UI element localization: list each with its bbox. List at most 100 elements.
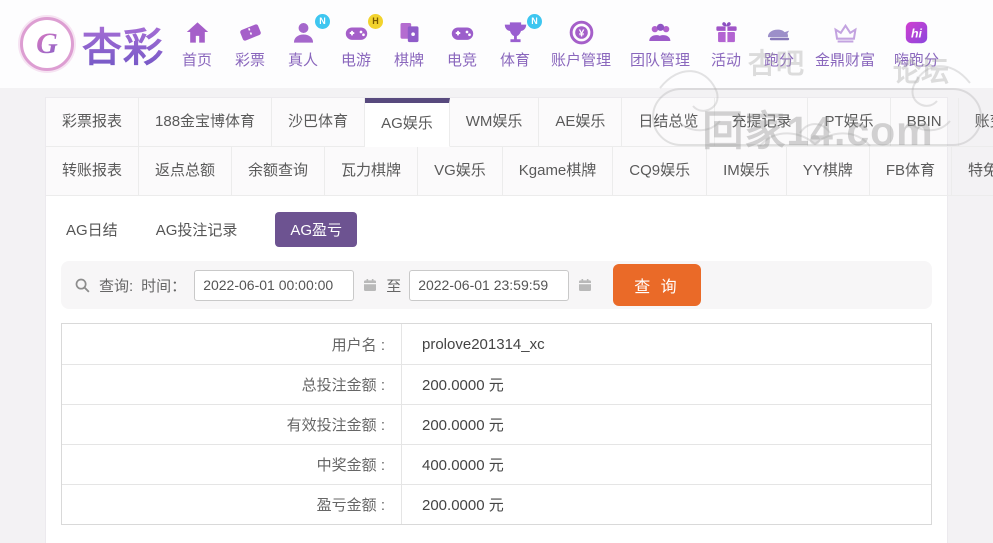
row-label: 有效投注金额 :: [62, 405, 402, 444]
row-label: 盈亏金额 :: [62, 485, 402, 524]
tab-im-entertainment[interactable]: IM娱乐: [707, 147, 787, 196]
nav-item-esports[interactable]: 电竞: [445, 19, 479, 70]
profit-loss-table: 用户名 : prolove201314_xc 总投注金额 : 200.0000 …: [61, 323, 932, 525]
nav-item-team-mgmt[interactable]: 团队管理: [630, 19, 690, 70]
coin-icon: ¥: [569, 20, 593, 44]
table-row: 中奖金额 : 400.0000 元: [62, 444, 931, 484]
table-row: 盈亏金额 : 200.0000 元: [62, 484, 931, 524]
person-icon: [293, 22, 313, 43]
date-from-input[interactable]: [194, 269, 355, 301]
crown-icon: [833, 23, 857, 43]
row-value-valid-bet: 200.0000 元: [422, 417, 504, 434]
tab-pt-entertainment[interactable]: PT娱乐: [808, 98, 891, 147]
table-row: 总投注金额 : 200.0000 元: [62, 364, 931, 404]
tab-tetu-boardgames[interactable]: 特兔棋牌: [951, 147, 993, 196]
query-bar: 查询: 时间： 至 查 询: [61, 261, 932, 309]
nav-item-boardgames[interactable]: 棋牌: [392, 19, 426, 70]
nav-label: 电游: [340, 51, 371, 69]
nav-label: 首页: [181, 51, 212, 69]
home-icon: [186, 21, 208, 43]
nav-label: 活动: [711, 51, 742, 69]
table-row: 有效投注金额 : 200.0000 元: [62, 404, 931, 444]
subtab-ag-bet-records[interactable]: AG投注记录: [156, 219, 238, 240]
nav-label: 团队管理: [630, 51, 691, 69]
time-label: 时间：: [141, 277, 187, 295]
row-value-username: prolove201314_xc: [422, 335, 545, 353]
row-value-win-amount: 400.0000 元: [422, 457, 504, 474]
tab-deposit-withdraw[interactable]: 充提记录: [715, 98, 809, 147]
brand-logo[interactable]: G 杏彩: [20, 15, 164, 73]
tab-rebate-total[interactable]: 返点总额: [139, 147, 233, 196]
nav-item-lottery[interactable]: 彩票: [233, 19, 267, 70]
team-icon: [648, 23, 670, 41]
nav-label: 真人: [287, 51, 318, 69]
hi-icon: hi: [905, 21, 928, 43]
gamepad-icon: [345, 26, 367, 40]
nav-label: 嗨跑分: [894, 51, 940, 69]
report-tabs-row-1: 彩票报表 188金宝博体育 沙巴体育 AG娱乐 WM娱乐 AE娱乐 日结总览 充…: [46, 98, 993, 147]
nav-item-sports[interactable]: N 体育: [498, 13, 542, 70]
nav-label: 棋牌: [393, 51, 424, 69]
new-badge: N: [315, 13, 330, 29]
tab-fb-sports[interactable]: FB体育: [869, 147, 952, 196]
nav-label: 彩票: [234, 51, 265, 69]
row-value-total-bet: 200.0000 元: [422, 377, 504, 394]
rhino-icon: [767, 29, 789, 40]
row-value-profit-loss: 200.0000 元: [422, 497, 504, 514]
calendar-icon[interactable]: [577, 277, 593, 293]
tab-kgame-boardgames[interactable]: Kgame棋牌: [502, 147, 614, 196]
tab-cq9-entertainment[interactable]: CQ9娱乐: [613, 147, 708, 196]
nav-item-home[interactable]: 首页: [180, 19, 214, 70]
hot-badge: H: [368, 13, 383, 29]
tab-ae-entertainment[interactable]: AE娱乐: [539, 98, 623, 147]
nav-item-account-mgmt[interactable]: ¥ 账户管理: [551, 19, 611, 70]
nav-item-live[interactable]: N 真人: [286, 13, 330, 70]
brand-logo-icon: G: [20, 17, 74, 71]
tab-bbin[interactable]: BBIN: [890, 98, 959, 147]
tab-shaba-sports[interactable]: 沙巴体育: [272, 98, 366, 147]
tab-ag-entertainment[interactable]: AG娱乐: [365, 98, 450, 147]
subtab-ag-profit-loss[interactable]: AG盈亏: [275, 212, 358, 247]
tab-account-change-report[interactable]: 账变报表: [958, 98, 993, 147]
top-header: G 杏彩 首页 彩票 N 真人 H 电游 棋牌 电竞 N 体育 ¥ 账户管理 团…: [0, 0, 993, 88]
tab-188-sports[interactable]: 188金宝博体育: [139, 98, 273, 147]
tab-yy-boardgames[interactable]: YY棋牌: [786, 147, 870, 196]
to-label: 至: [386, 277, 402, 295]
svg-text:hi: hi: [911, 26, 923, 40]
main-nav: 首页 彩票 N 真人 H 电游 棋牌 电竞 N 体育 ¥ 账户管理 团队管理 活…: [180, 13, 939, 70]
svg-text:¥: ¥: [578, 28, 584, 39]
date-to-input[interactable]: [409, 269, 570, 301]
nav-label: 体育: [499, 51, 530, 69]
tab-wali-boardgames[interactable]: 瓦力棋牌: [325, 147, 419, 196]
nav-label: 电竞: [446, 51, 477, 69]
ticket-icon: [239, 23, 261, 41]
tab-vg-entertainment[interactable]: VG娱乐: [418, 147, 503, 196]
tab-lottery-report[interactable]: 彩票报表: [46, 98, 140, 147]
table-row: 用户名 : prolove201314_xc: [62, 324, 931, 364]
tab-daily-overview[interactable]: 日结总览: [622, 98, 716, 147]
nav-item-hi-paofen[interactable]: hi 嗨跑分: [894, 19, 939, 70]
report-tabs-row-2: 转账报表 返点总额 余额查询 瓦力棋牌 VG娱乐 Kgame棋牌 CQ9娱乐 I…: [46, 147, 993, 196]
trophy-icon: [504, 21, 526, 42]
nav-item-jinding-wealth[interactable]: 金鼎财富: [815, 19, 875, 70]
tiles-icon: [400, 22, 418, 42]
calendar-icon[interactable]: [362, 277, 378, 293]
ag-subtabs: AG日结 AG投注记录 AG盈亏: [46, 196, 947, 261]
tab-wm-entertainment[interactable]: WM娱乐: [449, 98, 540, 147]
brand-name: 杏彩: [82, 15, 164, 73]
nav-label: 跑分: [764, 51, 795, 69]
row-label: 总投注金额 :: [62, 365, 402, 404]
tab-transfer-report[interactable]: 转账报表: [46, 147, 140, 196]
nav-label: 金鼎财富: [815, 51, 876, 69]
nav-item-activity[interactable]: 活动: [709, 19, 743, 70]
nav-label: 账户管理: [551, 51, 612, 69]
tab-balance-query[interactable]: 余额查询: [232, 147, 326, 196]
new-badge: N: [527, 13, 542, 29]
query-button[interactable]: 查 询: [613, 264, 701, 306]
nav-item-egames[interactable]: H 电游: [339, 13, 383, 70]
nav-item-paofen[interactable]: 跑分: [762, 19, 796, 70]
search-icon: [75, 278, 90, 293]
subtab-ag-daily[interactable]: AG日结: [66, 219, 118, 240]
gamepad-icon: [451, 26, 473, 40]
row-label: 用户名 :: [62, 324, 402, 364]
